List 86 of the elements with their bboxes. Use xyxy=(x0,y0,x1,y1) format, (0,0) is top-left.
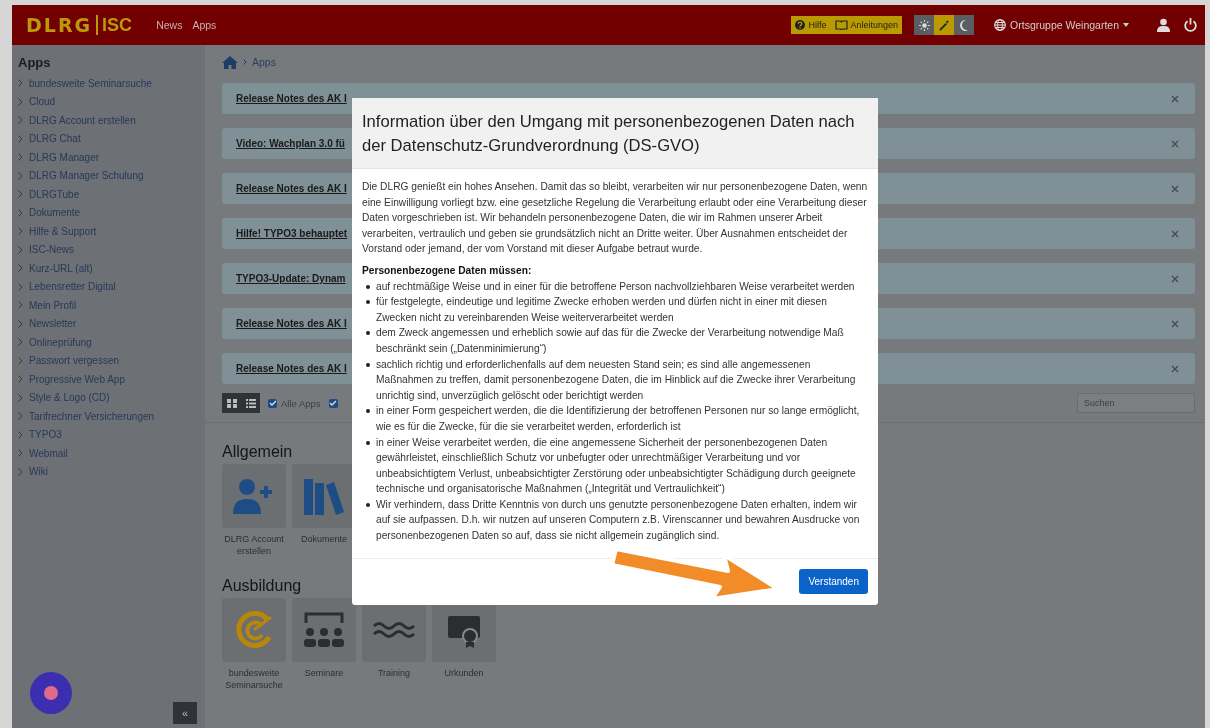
announcement-link[interactable]: Hilfe! TYPO3 behauptet xyxy=(236,228,348,239)
organization-dropdown[interactable]: Ortsgruppe Weingarten xyxy=(988,18,1135,32)
close-icon[interactable] xyxy=(1171,229,1179,238)
sidebar-item[interactable]: Dokumente xyxy=(18,203,205,222)
logo[interactable]: DLRG ISC xyxy=(26,14,133,36)
checkbox[interactable] xyxy=(328,398,338,408)
list-item: dem Zweck angemessen und erheblich sowie auf das für die Zwecke der Verarbeitung notwendige Maß beschränkt sein („Datenminimierung“) xyxy=(376,326,845,356)
close-icon[interactable] xyxy=(1171,319,1179,328)
power-icon[interactable] xyxy=(1184,18,1197,32)
list-item: Wir verhindern, dass Dritte Kenntnis von durch uns genutzte personenbezogene Daten erhalten, indem wir auf sie aufpassen. D.h. wir nutzen auf unseren Computern z.B. Virenscanner und bewahren Ausdrucke von personenbezogenen Daten so auf, dass sie nicht allgemein zugänglich sind. xyxy=(376,497,861,544)
sidebar-item[interactable]: ISC-News xyxy=(18,240,205,259)
caret-icon xyxy=(1123,23,1129,27)
breadcrumb-link[interactable]: Apps xyxy=(252,56,276,68)
intro-paragraph: Die DLRG genießt ein hohes Ansehen. Damit das so bleibt, verarbeiten wir nur personenbezogene Daten, wenn eine Einwilligung vorliegt bzw. eine gesetzliche Regelung die Verarbeitung erlaubt oder eine Verarbeitung dieser Daten vorgeschrieben ist. Wir behandeln personenbezogene Daten, die wir im Rahmen unserer Arbeit verarbeiten, vertraulich und geben sie grundsätzlich nicht an Dritte weiter. Über Ausnahmen entscheidet der Vorstand oder jemand, der vom Vorstand mit dieser Aufgabe betraut wurde. xyxy=(362,180,868,257)
magic-wand-icon xyxy=(938,19,950,31)
user-plus-icon xyxy=(233,478,275,514)
sidebar-title: Apps xyxy=(18,55,52,70)
sidebar-item[interactable]: bundesweite Seminarsuche xyxy=(18,74,205,93)
sun-icon xyxy=(918,19,930,31)
sidebar-item[interactable]: Webmail xyxy=(18,444,205,463)
checkbox[interactable] xyxy=(268,398,277,408)
close-icon[interactable] xyxy=(1171,184,1179,193)
sidebar-item[interactable]: Cloud xyxy=(18,92,205,111)
waves-icon xyxy=(372,620,416,640)
moon-icon xyxy=(959,19,970,31)
announcement-link[interactable]: Release Notes des AK I xyxy=(236,183,347,194)
sidebar-item[interactable]: DLRG Account erstellen xyxy=(18,111,205,130)
announcement-link[interactable]: Release Notes des AK I xyxy=(236,318,347,329)
announcement-link[interactable]: Video: Wachplan 3.0 fü xyxy=(236,138,345,149)
announcement-link[interactable]: TYPO3-Update: Dynam xyxy=(236,273,346,284)
sidebar-item[interactable]: Passwort vergessen xyxy=(18,351,205,370)
understood-button[interactable]: Verstanden xyxy=(799,569,868,595)
sidebar-item[interactable]: Style & Logo (CD) xyxy=(18,388,205,407)
chevron-icon xyxy=(243,59,247,65)
close-icon[interactable] xyxy=(1171,364,1179,373)
sidebar-item[interactable]: DLRG Manager xyxy=(18,148,205,167)
sidebar-item[interactable]: Kurz-URL (alt) xyxy=(18,259,205,278)
user-icon[interactable] xyxy=(1157,18,1170,32)
grid-icon xyxy=(226,398,237,408)
bullet-icon xyxy=(366,440,370,445)
theme-button[interactable] xyxy=(934,15,955,35)
bullet-icon xyxy=(366,284,370,289)
announcement-link[interactable]: Release Notes des AK I xyxy=(236,363,347,374)
globe-icon xyxy=(994,19,1007,31)
close-icon[interactable] xyxy=(1171,94,1179,103)
list-item: in einer Weise verarbeitet werden, die eine angemessene Sicherheit der personenbezogenen Daten gewährleistet, einschließlich Schutz vor unbefugter oder unrechtmäßiger Verarbeitung und vor unbeabsichtigtem Verlust, unbeabsichtigter Zerstörung oder unbeabsichtigter Schädigung durch geeignete technische und organisatorische Maßnahmen („Integrität und Vertraulichkeit“) xyxy=(376,435,857,497)
book-icon xyxy=(834,20,848,30)
bullet-icon xyxy=(366,362,370,367)
search-field[interactable]: Suchen xyxy=(1077,393,1195,413)
nav-link[interactable]: News xyxy=(156,19,183,31)
home-icon[interactable] xyxy=(222,55,238,69)
close-icon[interactable] xyxy=(1171,274,1179,283)
section-heading: Ausbildung xyxy=(222,577,302,595)
sidebar-item[interactable]: DLRG Manager Schulung xyxy=(18,166,205,185)
announcement-link[interactable]: Release Notes des AK I xyxy=(236,93,347,104)
seminar-group-icon xyxy=(302,611,346,649)
sidebar-item[interactable]: Progressive Web App xyxy=(18,370,205,389)
theme-button[interactable] xyxy=(954,15,975,35)
dialog-title: Information über den Umgang mit personenbezogenen Daten nach der Datenschutz-Grundverordnung (DS-GVO) xyxy=(362,111,856,157)
close-icon[interactable] xyxy=(1171,139,1179,148)
sidebar-item[interactable]: TYPO3 xyxy=(18,425,205,444)
sidebar-item[interactable]: Onlineprüfung xyxy=(18,333,205,352)
sidebar-item[interactable]: Mein Profil xyxy=(18,296,205,315)
question-icon xyxy=(795,20,806,30)
sidebar-item[interactable]: DLRGTube xyxy=(18,185,205,204)
sidebar-item[interactable]: DLRG Chat xyxy=(18,129,205,148)
floating-action-button[interactable] xyxy=(30,672,72,714)
sidebar-item[interactable]: Lebensretter Digital xyxy=(18,277,205,296)
section-heading: Allgemein xyxy=(222,443,293,461)
nav-link[interactable]: Apps xyxy=(192,19,217,31)
books-icon xyxy=(304,477,344,515)
dot-icon xyxy=(44,686,58,700)
target-logo-icon xyxy=(235,611,273,649)
bullet-icon xyxy=(366,502,370,507)
list-icon xyxy=(245,398,256,408)
list-item: auf rechtmäßige Weise und in einer für die betroffene Person nachvollziehbaren Weise verarbeitet werden xyxy=(376,279,855,294)
sidebar-item[interactable]: Hilfe & Support xyxy=(18,222,205,241)
sidebar-item[interactable]: Wiki xyxy=(18,462,205,481)
bullet-icon xyxy=(366,300,370,305)
collapse-button[interactable]: « xyxy=(173,702,197,724)
sidebar-item[interactable]: Newsletter xyxy=(18,314,205,333)
list-heading: Personenbezogene Daten müssen: xyxy=(362,263,533,278)
sidebar-item[interactable]: Tarifrechner Versicherungen xyxy=(18,407,205,426)
bullet-icon xyxy=(366,331,370,336)
theme-button[interactable] xyxy=(914,15,935,35)
bullet-icon xyxy=(366,409,370,414)
